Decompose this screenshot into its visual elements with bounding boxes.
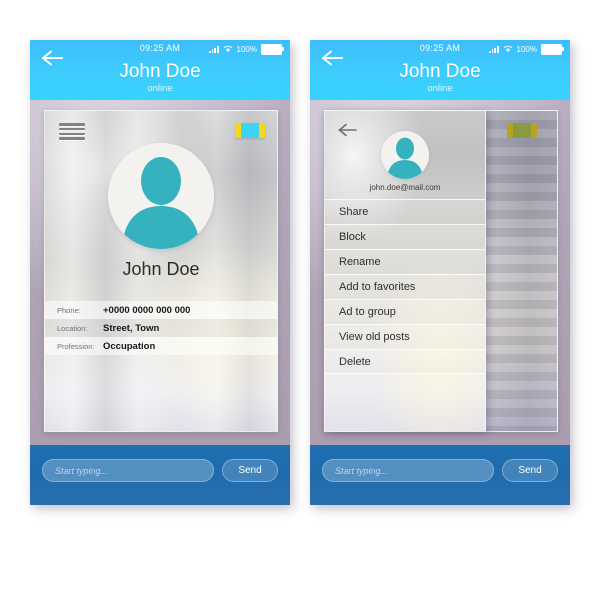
battery-percent: 100%	[236, 44, 257, 54]
menu-item-delete[interactable]: Delete	[325, 349, 485, 374]
hamburger-menu-icon[interactable]	[59, 123, 85, 140]
info-value: +0000 0000 000 000	[103, 304, 191, 316]
info-label: Location:	[57, 323, 88, 333]
battery-full-icon	[541, 44, 564, 55]
message-input[interactable]: Start typing...	[42, 459, 214, 482]
compose-bar-profile: Start typing... Send	[30, 445, 290, 505]
menu-item-block[interactable]: Block	[325, 224, 485, 249]
app-header-profile: 09:25 AM 100% John Doe online	[30, 40, 290, 100]
status-indicators: 100%	[209, 44, 284, 55]
send-button[interactable]: Send	[222, 459, 278, 482]
table-row: Profession: Occupation	[45, 337, 277, 355]
user-email: john.doe@mail.com	[369, 183, 441, 192]
user-avatar-icon[interactable]	[381, 131, 429, 179]
profile-card: John Doe Phone: +0000 0000 000 000 Locat…	[44, 110, 278, 432]
wifi-icon	[223, 46, 232, 53]
profile-body: John Doe Phone: +0000 0000 000 000 Locat…	[30, 100, 290, 445]
send-button[interactable]: Send	[502, 459, 558, 482]
compose-bar-drawer: Start typing... Send	[310, 445, 570, 505]
menu-item-share[interactable]: Share	[325, 199, 485, 224]
page-title: John Doe	[399, 61, 481, 82]
signal-bars-icon	[489, 45, 499, 54]
status-bar-profile: 09:25 AM 100%	[30, 40, 290, 66]
user-avatar-icon[interactable]	[108, 143, 214, 249]
signal-bars-icon	[209, 45, 219, 54]
drawer-body: john.doe@mail.com Share Block Rename Add…	[310, 100, 570, 445]
table-row: Location: Street, Town	[45, 319, 277, 337]
drawer-menu-list: Share Block Rename Add to favorites Ad t…	[325, 199, 485, 374]
back-arrow-icon[interactable]	[337, 121, 359, 139]
status-indicators: 100%	[489, 44, 564, 55]
battery-full-icon	[261, 44, 284, 55]
info-value: Occupation	[103, 340, 156, 352]
battery-percent: 100%	[516, 44, 537, 54]
menu-item-add-to-group[interactable]: Ad to group	[325, 299, 485, 324]
table-row: Phone: +0000 0000 000 000	[45, 301, 277, 319]
status-badge: online	[427, 83, 453, 94]
menu-item-view-old-posts[interactable]: View old posts	[325, 324, 485, 349]
info-value: Street, Town	[103, 322, 160, 334]
color-badge-icon[interactable]	[507, 123, 537, 138]
menu-item-add-to-favorites[interactable]: Add to favorites	[325, 274, 485, 299]
wifi-icon	[503, 46, 512, 53]
status-badge: online	[147, 83, 173, 94]
message-input[interactable]: Start typing...	[322, 459, 494, 482]
menu-item-rename[interactable]: Rename	[325, 249, 485, 274]
phone-mockup-profile: 09:25 AM 100% John Doe online John Doe P…	[30, 40, 290, 505]
info-label: Profession:	[57, 341, 95, 351]
profile-info-list: Phone: +0000 0000 000 000 Location: Stre…	[45, 301, 277, 355]
app-header-drawer: 09:25 AM 100% John Doe online	[310, 40, 570, 100]
context-menu-drawer: john.doe@mail.com Share Block Rename Add…	[324, 110, 486, 432]
color-badge-icon[interactable]	[235, 123, 265, 138]
phone-mockup-drawer: 09:25 AM 100% John Doe online john.doe@m…	[310, 40, 570, 505]
page-title: John Doe	[119, 61, 201, 82]
status-bar-drawer: 09:25 AM 100%	[310, 40, 570, 66]
screenshot-canvas: 09:25 AM 100% John Doe online John Doe P…	[0, 0, 600, 600]
profile-name: John Doe	[122, 259, 200, 279]
info-label: Phone:	[57, 305, 81, 315]
